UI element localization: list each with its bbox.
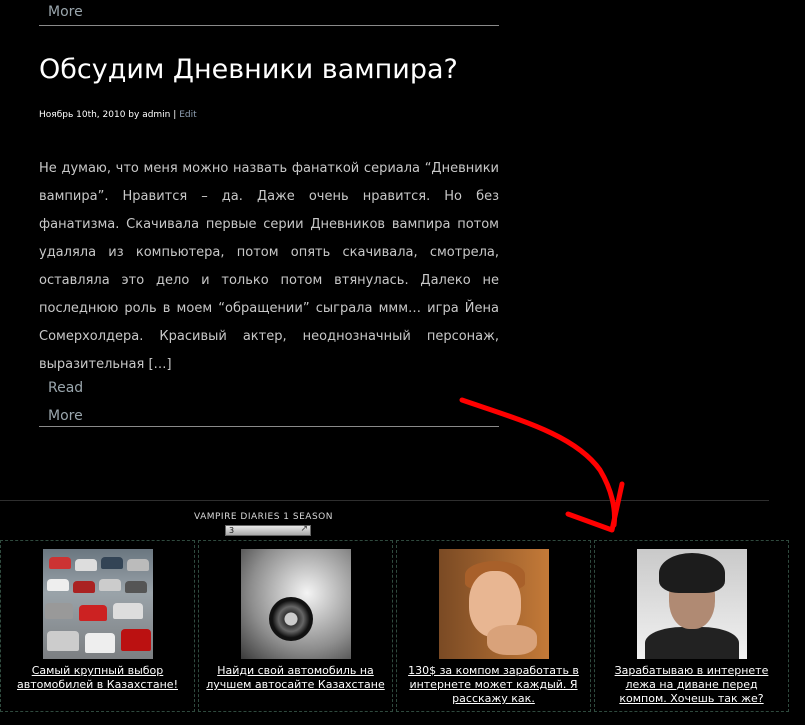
car-shape (44, 603, 73, 619)
edit-link[interactable]: Edit (179, 110, 196, 120)
car-shape (112, 603, 143, 619)
post-meta: Ноябрь 10th, 2010 by admin | Edit (39, 110, 197, 120)
car-shape (72, 581, 95, 593)
ad-text[interactable]: Зарабатываю в интернете лежа на диване п… (602, 664, 782, 706)
car-shape (46, 579, 69, 591)
car-shape (100, 557, 123, 569)
shirt-shape (644, 627, 739, 659)
car-shape (48, 557, 71, 569)
car-shape (126, 559, 149, 571)
ad-image-supercar (240, 549, 351, 659)
ad-image-man (636, 549, 747, 659)
arrow-head (565, 481, 625, 533)
footer-divider (0, 500, 769, 501)
ad-text[interactable]: Самый крупный выбор автомобилей в Казахс… (8, 664, 188, 692)
car-shape (78, 605, 107, 621)
divider (39, 426, 499, 427)
post-title[interactable]: Обсудим Дневники вампира? (39, 54, 458, 85)
ad-image-cars (42, 549, 153, 659)
ad-item-boy[interactable]: 130$ за компом заработать в интернете мо… (396, 540, 591, 712)
read-more-link[interactable]: Read More (48, 374, 128, 430)
ad-image-boy (438, 549, 549, 659)
hair-shape (658, 553, 725, 593)
post-excerpt: Не думаю, что меня можно назвать фанатко… (39, 161, 499, 372)
season-select-value: 3 (229, 526, 235, 535)
car-shape (84, 633, 115, 653)
arrow-shaft (459, 397, 617, 528)
hand-shape (486, 625, 537, 655)
meta-separator: | (173, 110, 177, 120)
post-date-author: Ноябрь 10th, 2010 by admin (39, 110, 171, 120)
ad-item-supercar[interactable]: Найди свой автомобиль на лучшем автосайт… (198, 540, 393, 712)
car-shape (124, 581, 147, 593)
car-shape (98, 579, 121, 591)
ad-text[interactable]: 130$ за компом заработать в интернете мо… (404, 664, 584, 706)
car-shape (120, 629, 151, 651)
ad-text[interactable]: Найди свой автомобиль на лучшем автосайт… (206, 664, 386, 692)
wheel-shape (268, 597, 313, 641)
divider (39, 25, 499, 26)
select-arrow-icon: ↗ (300, 524, 308, 534)
car-shape (74, 559, 97, 571)
season-select[interactable]: 3 ↗ (225, 525, 311, 536)
ad-item-cars[interactable]: Самый крупный выбор автомобилей в Казахс… (0, 540, 195, 712)
widget-title: VAMPIRE DIARIES 1 SEASON (194, 512, 333, 522)
ad-block: Самый крупный выбор автомобилей в Казахс… (0, 540, 789, 712)
ad-item-man[interactable]: Зарабатываю в интернете лежа на диване п… (594, 540, 789, 712)
read-more-label-read: Read (48, 380, 84, 396)
more-link-top[interactable]: More (48, 4, 83, 20)
car-shape (46, 631, 79, 651)
